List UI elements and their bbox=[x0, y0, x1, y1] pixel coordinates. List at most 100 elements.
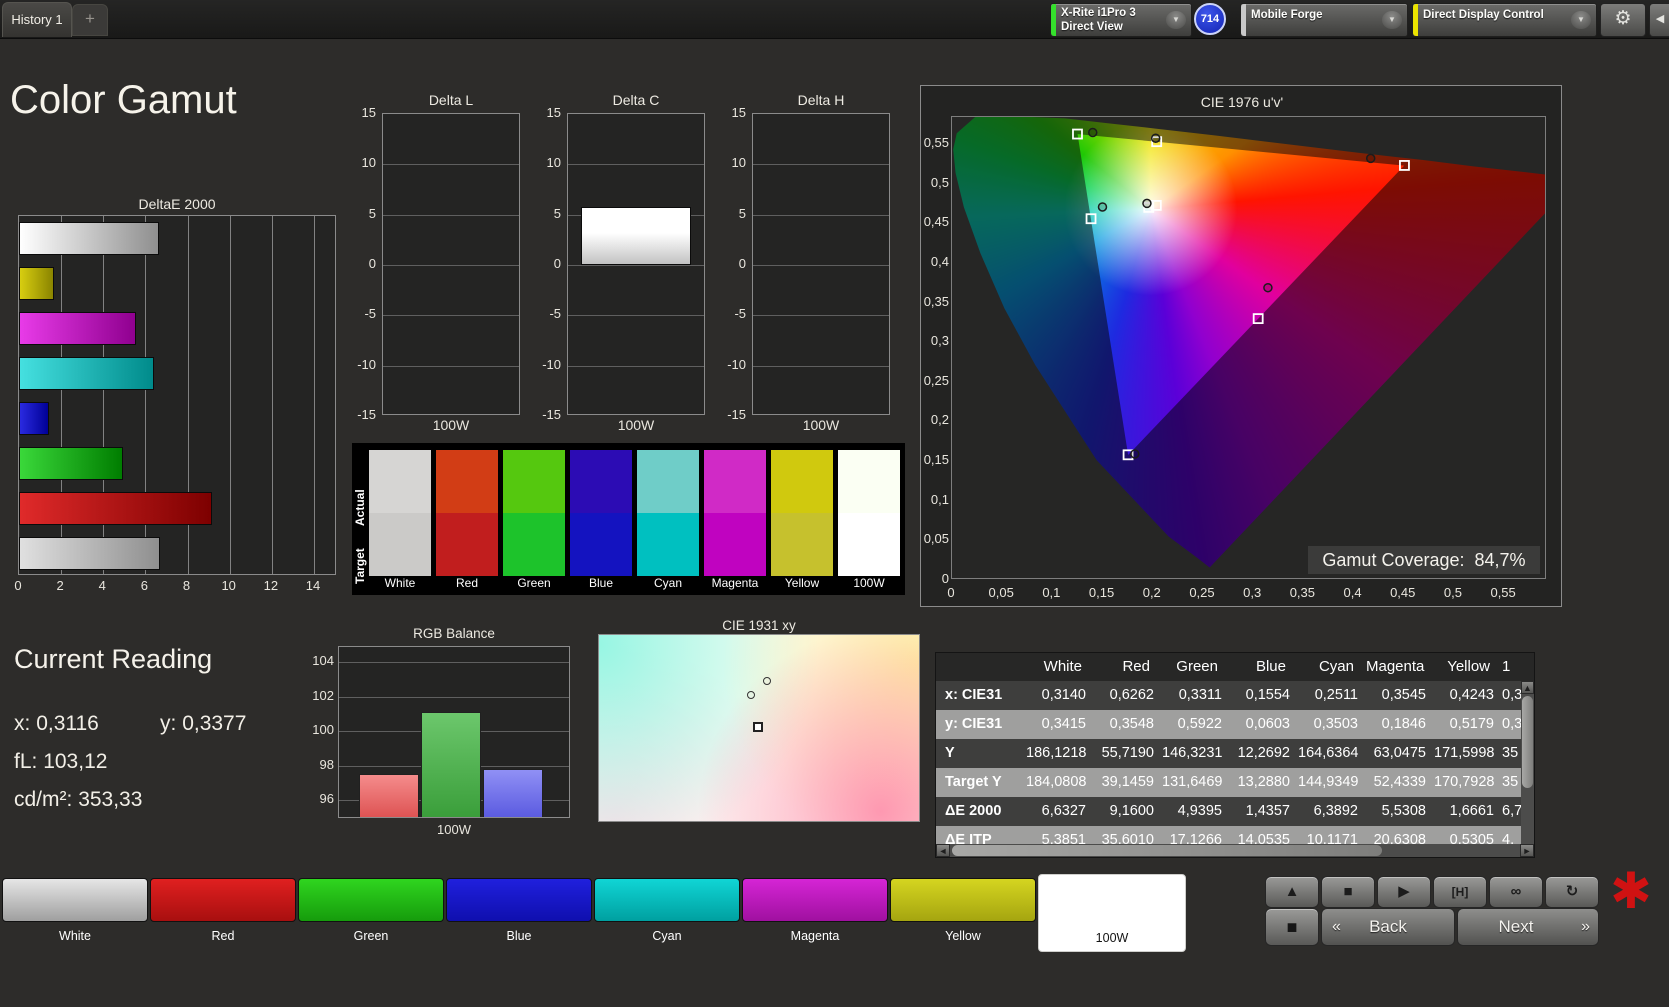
table-scroll-up-arrow[interactable]: ▲ bbox=[1521, 681, 1534, 694]
back-button[interactable]: «Back bbox=[1321, 908, 1455, 946]
swatch-column-red bbox=[436, 450, 498, 576]
delta-gridline bbox=[753, 164, 889, 166]
meter-dropdown[interactable]: X-Rite i1Pro 3 Direct View ▼ bbox=[1050, 3, 1192, 37]
pattern-window-button[interactable]: ■ bbox=[1265, 908, 1319, 946]
pattern-button-red[interactable] bbox=[150, 878, 296, 922]
target-square-red bbox=[1399, 160, 1410, 171]
pattern-up-button[interactable]: ▲ bbox=[1265, 876, 1319, 908]
cie76-y-tick: 0,5 bbox=[930, 174, 949, 190]
swatch-label: Cyan bbox=[653, 576, 682, 590]
pattern-button-100w[interactable]: 100W bbox=[1038, 874, 1186, 952]
source-dropdown[interactable]: Mobile Forge ▼ bbox=[1240, 3, 1408, 37]
table-cell: 164,6364 bbox=[1298, 745, 1359, 761]
cie76-y-tick: 0,35 bbox=[923, 293, 949, 309]
table-scroll-left-arrow[interactable]: ◄ bbox=[936, 844, 950, 857]
delta-x-label: 100W bbox=[617, 417, 655, 433]
table-row-label: Target Y bbox=[945, 774, 1002, 790]
settings-gear-button[interactable]: ⚙ bbox=[1600, 3, 1646, 37]
chevron-down-icon[interactable]: ▼ bbox=[1382, 11, 1402, 29]
swatch-column-cyan bbox=[637, 450, 699, 576]
table-cell: 10,1171 bbox=[1306, 832, 1358, 844]
table-row--e-itp: ΔE ITP 5,3851 35,6010 17,1266 14,0535 10,1171… bbox=[936, 826, 1521, 844]
cie76-y-tick: 0,2 bbox=[930, 412, 949, 428]
table-row-label: Y bbox=[945, 745, 955, 761]
table-col-header-magenta: Magenta bbox=[1366, 658, 1425, 675]
infinite-loop-icon: ∞ bbox=[1510, 883, 1522, 900]
table-hscrollbar-thumb[interactable] bbox=[952, 845, 1382, 856]
table-cell: 144,9349 bbox=[1298, 774, 1359, 790]
target-square-cyan bbox=[1085, 213, 1097, 225]
table-cell: 9,1600 bbox=[1109, 803, 1154, 819]
pattern-button-label: Yellow bbox=[945, 929, 981, 943]
delta-y-tick: -15 bbox=[727, 406, 746, 422]
pattern-button-magenta[interactable] bbox=[742, 878, 888, 922]
cie76-y-tick: 0,05 bbox=[923, 531, 949, 547]
chevron-down-icon[interactable]: ▼ bbox=[1571, 11, 1591, 29]
cie76-x-tick: 0,35 bbox=[1289, 585, 1315, 600]
table-cell: 55,7190 bbox=[1101, 745, 1154, 761]
cie76-y-tick: 0,15 bbox=[923, 452, 949, 468]
cie76-x-tick: 0,25 bbox=[1189, 585, 1215, 600]
delta-gridline bbox=[568, 365, 704, 367]
pattern-up-icon: ▲ bbox=[1284, 883, 1300, 900]
cie-1976-title: CIE 1976 u'v' bbox=[1200, 94, 1284, 110]
chevron-left-icon: ◀ bbox=[1655, 13, 1665, 25]
infinite-loop-button[interactable]: ∞ bbox=[1489, 876, 1543, 908]
pattern-button-label: White bbox=[59, 929, 91, 943]
table-vscrollbar-thumb[interactable] bbox=[1522, 696, 1533, 788]
measured-circle-yellow bbox=[1150, 133, 1161, 143]
pattern-button-yellow[interactable] bbox=[890, 878, 1036, 922]
deltae-x-tick: 12 bbox=[263, 578, 279, 593]
table-cell: 52,4339 bbox=[1373, 774, 1426, 790]
pattern-button-white[interactable] bbox=[2, 878, 148, 922]
pattern-button-green[interactable] bbox=[298, 878, 444, 922]
pattern-button-blue[interactable] bbox=[446, 878, 592, 922]
chevron-down-icon[interactable]: ▼ bbox=[1166, 11, 1186, 29]
table-cell: 0,5179 bbox=[1449, 716, 1494, 732]
pattern-window-icon: ■ bbox=[1286, 917, 1298, 937]
table-col-header-cyan: Cyan bbox=[1318, 658, 1354, 675]
pattern-h-button[interactable]: [H] bbox=[1433, 876, 1487, 908]
deltae-x-tick: 2 bbox=[56, 578, 64, 593]
swatch-target-cyan bbox=[637, 513, 699, 576]
table-cell: 0,1846 bbox=[1381, 716, 1426, 732]
pattern-button-label: Blue bbox=[506, 929, 532, 943]
cie76-y-tick: 0,4 bbox=[930, 253, 949, 269]
next-button[interactable]: Next » bbox=[1457, 908, 1599, 946]
alert-asterisk-icon[interactable]: ✱ bbox=[1610, 862, 1652, 920]
play-button[interactable]: ▶ bbox=[1377, 876, 1431, 908]
table-row-y: Y 186,1218 55,7190 146,3231 12,2692 164,6364 6… bbox=[936, 739, 1521, 768]
delta-y-tick: 0 bbox=[738, 255, 746, 271]
refresh-button[interactable]: ↻ bbox=[1545, 876, 1599, 908]
swatch-label: Green bbox=[517, 576, 551, 590]
collapse-panel-button[interactable]: ◀ bbox=[1649, 3, 1669, 37]
table-row-target-y: Target Y 184,0808 39,1459 131,6469 13,2880 14… bbox=[936, 768, 1521, 797]
swatch-actual-yellow bbox=[771, 450, 833, 513]
pattern-button-cyan[interactable] bbox=[594, 878, 740, 922]
delta-y-tick: 5 bbox=[738, 205, 746, 221]
delta-chart-1 bbox=[382, 113, 520, 415]
table-cell: 146,3231 bbox=[1162, 745, 1223, 761]
cie76-x-tick: 0,4 bbox=[1343, 585, 1362, 600]
workflow-dropdown[interactable]: Direct Display Control ▼ bbox=[1412, 3, 1597, 37]
swatch-target-magenta bbox=[704, 513, 766, 576]
tab-history-1[interactable]: History 1 bbox=[2, 2, 72, 37]
play-icon: ▶ bbox=[1398, 883, 1410, 900]
table-cell: 0,3415 bbox=[1041, 716, 1086, 732]
delta-gridline bbox=[753, 365, 889, 367]
cie76-y-tick: 0 bbox=[941, 571, 949, 586]
swatch-target-yellow bbox=[771, 513, 833, 576]
table-scroll-right-arrow[interactable]: ► bbox=[1520, 844, 1534, 857]
delta-y-tick: 10 bbox=[361, 155, 376, 171]
swatch-actual-magenta bbox=[704, 450, 766, 513]
pattern-button-label: Magenta bbox=[790, 929, 840, 943]
rgb-y-tick: 96 bbox=[319, 791, 334, 807]
delta-x-label: 100W bbox=[802, 417, 840, 433]
stop-button[interactable]: ■ bbox=[1321, 876, 1375, 908]
table-row-y-cie31: y: CIE31 0,3415 0,3548 0,5922 0,0603 0,3503 0,… bbox=[936, 710, 1521, 739]
new-tab-button[interactable]: + bbox=[72, 4, 108, 36]
measured-circle-white bbox=[1142, 198, 1152, 209]
table-cell: 1,6661 bbox=[1449, 803, 1494, 819]
table-row-label: y: CIE31 bbox=[945, 716, 1003, 732]
swatch-actual-red bbox=[436, 450, 498, 513]
